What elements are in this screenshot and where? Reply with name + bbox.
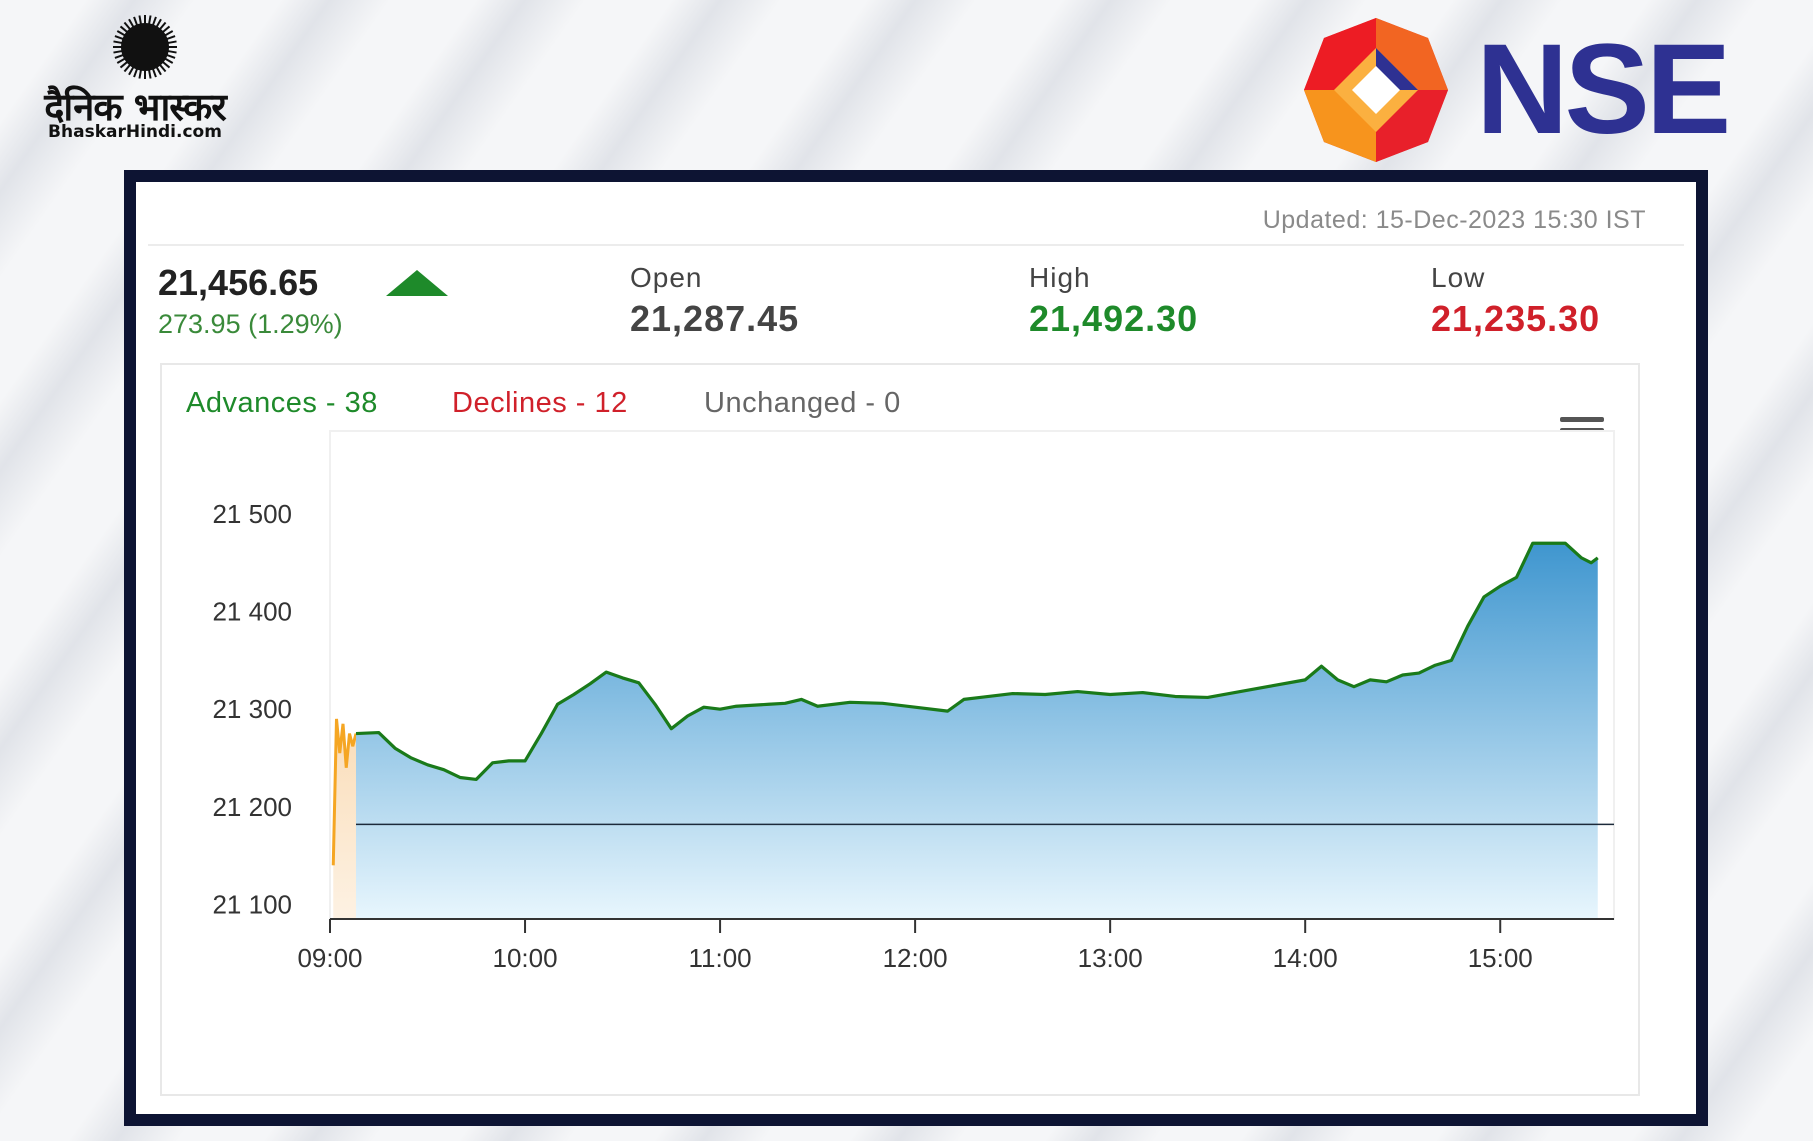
declines-count: Declines - 12 — [452, 387, 628, 419]
y-tick-label: 21 300 — [212, 694, 292, 724]
market-card: Updated: 15-Dec-2023 15:30 IST 21,456.65… — [136, 182, 1696, 1114]
sun-emblem-icon — [113, 15, 177, 79]
x-tick-label: 11:00 — [689, 943, 752, 973]
x-tick-label: 10:00 — [492, 943, 557, 973]
nse-emblem-icon — [1304, 18, 1448, 162]
up-triangle-icon — [386, 270, 448, 296]
x-tick-label: 13:00 — [1078, 943, 1143, 973]
open-value: 21,287.45 — [630, 298, 800, 339]
x-tick-label: 14:00 — [1273, 943, 1338, 973]
bhaskar-site-name: BhaskarHindi.com — [48, 122, 222, 142]
y-tick-label: 21 100 — [212, 889, 292, 919]
dainik-bhaskar-logo: दैनिक भास्कर BhaskarHindi.com — [20, 14, 250, 144]
low-label: Low — [1431, 262, 1486, 293]
open-label: Open — [630, 262, 703, 293]
updated-timestamp: Updated: 15-Dec-2023 15:30 IST — [1262, 206, 1646, 234]
header-divider — [148, 244, 1684, 246]
x-tick-label: 15:00 — [1468, 943, 1533, 973]
y-tick-label: 21 400 — [212, 597, 292, 627]
x-tick-label: 09:00 — [297, 943, 362, 973]
high-label: High — [1029, 262, 1091, 293]
advances-count: Advances - 38 — [186, 387, 378, 419]
nse-market-widget-frame: Updated: 15-Dec-2023 15:30 IST 21,456.65… — [124, 170, 1708, 1126]
price-change: 273.95 (1.29%) — [158, 309, 343, 339]
intraday-chart-panel: Advances - 38 Declines - 12 Unchanged - … — [160, 363, 1640, 1096]
low-value: 21,235.30 — [1431, 298, 1601, 339]
unchanged-count: Unchanged - 0 — [704, 387, 901, 419]
last-price: 21,456.65 — [158, 262, 319, 303]
nse-wordmark: NSE — [1476, 18, 1731, 161]
intraday-area-chart: 21 100 21 200 21 300 21 400 21 500 09:00 10:00… — [212, 430, 1615, 973]
high-value: 21,492.30 — [1029, 298, 1199, 339]
x-tick-label: 12:00 — [883, 943, 948, 973]
nse-logo: NSE — [1302, 16, 1772, 164]
y-tick-label: 21 500 — [212, 499, 292, 529]
y-tick-label: 21 200 — [212, 792, 292, 822]
